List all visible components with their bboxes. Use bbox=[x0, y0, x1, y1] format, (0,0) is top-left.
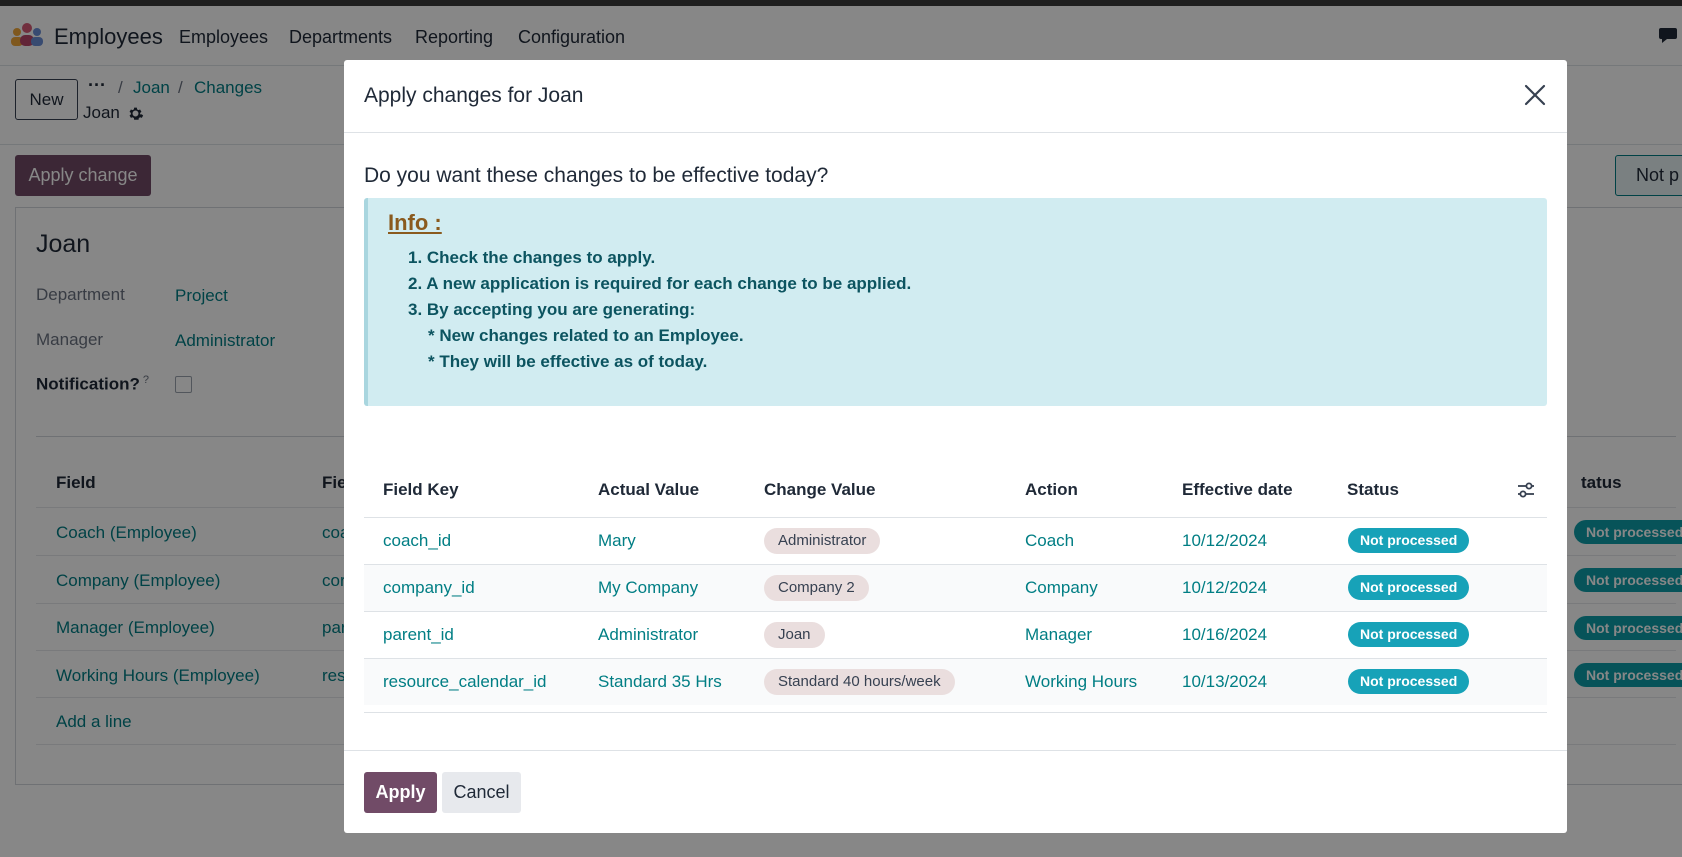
info-line: * New changes related to an Employee. bbox=[428, 326, 744, 345]
cell-action[interactable]: Company bbox=[1025, 578, 1098, 598]
dialog-header: Apply changes for Joan bbox=[344, 60, 1567, 133]
column-action[interactable]: Action bbox=[1025, 480, 1078, 500]
cell-actual-value[interactable]: Standard 35 Hrs bbox=[598, 672, 722, 692]
cell-field-key[interactable]: parent_id bbox=[383, 625, 454, 645]
cell-actual-value[interactable]: Administrator bbox=[598, 625, 698, 645]
close-icon[interactable] bbox=[1522, 82, 1548, 108]
table-row[interactable]: parent_id Administrator Joan Manager 10/… bbox=[364, 611, 1547, 658]
change-value-tag: Administrator bbox=[764, 528, 881, 554]
info-line: 3. By accepting you are generating: bbox=[408, 300, 696, 319]
column-effective-date[interactable]: Effective date bbox=[1182, 480, 1293, 500]
info-title: Info : bbox=[388, 210, 442, 235]
table-bottom-border bbox=[364, 712, 1547, 713]
cell-actual-value[interactable]: Mary bbox=[598, 531, 636, 551]
dialog-question: Do you want these changes to be effectiv… bbox=[364, 164, 829, 187]
change-value-tag: Joan bbox=[764, 622, 825, 648]
column-actual-value[interactable]: Actual Value bbox=[598, 480, 699, 500]
cell-field-key[interactable]: company_id bbox=[383, 578, 475, 598]
status-badge: Not processed bbox=[1348, 528, 1470, 553]
dialog-title: Apply changes for Joan bbox=[364, 84, 584, 107]
table-row[interactable]: coach_id Mary Administrator Coach 10/12/… bbox=[364, 517, 1547, 564]
status-badge: Not processed bbox=[1348, 669, 1470, 694]
table-row[interactable]: company_id My Company Company 2 Company … bbox=[364, 564, 1547, 611]
cancel-button[interactable]: Cancel bbox=[442, 772, 521, 813]
cell-action[interactable]: Manager bbox=[1025, 625, 1092, 645]
apply-changes-dialog: Apply changes for Joan Do you want these… bbox=[344, 60, 1567, 833]
cell-actual-value[interactable]: My Company bbox=[598, 578, 698, 598]
column-field-key[interactable]: Field Key bbox=[383, 480, 459, 500]
change-value-tag: Standard 40 hours/week bbox=[764, 669, 955, 695]
change-value-tag: Company 2 bbox=[764, 575, 869, 601]
column-change-value[interactable]: Change Value bbox=[764, 480, 875, 500]
cell-field-key[interactable]: resource_calendar_id bbox=[383, 672, 547, 692]
status-badge: Not processed bbox=[1348, 575, 1470, 600]
info-box: Info : 1. Check the changes to apply. 2.… bbox=[364, 198, 1547, 406]
cell-effective-date[interactable]: 10/16/2024 bbox=[1182, 625, 1267, 645]
info-line: * They will be effective as of today. bbox=[428, 352, 708, 371]
cell-effective-date[interactable]: 10/13/2024 bbox=[1182, 672, 1267, 692]
table-row[interactable]: resource_calendar_id Standard 35 Hrs Sta… bbox=[364, 658, 1547, 705]
cell-effective-date[interactable]: 10/12/2024 bbox=[1182, 531, 1267, 551]
column-settings-icon[interactable] bbox=[1516, 480, 1536, 500]
column-status[interactable]: Status bbox=[1347, 480, 1399, 500]
cell-action[interactable]: Coach bbox=[1025, 531, 1074, 551]
cell-effective-date[interactable]: 10/12/2024 bbox=[1182, 578, 1267, 598]
info-line: 1. Check the changes to apply. bbox=[408, 248, 656, 267]
dialog-footer: Apply Cancel bbox=[344, 750, 1567, 833]
apply-button[interactable]: Apply bbox=[364, 772, 437, 813]
status-badge: Not processed bbox=[1348, 622, 1470, 647]
cell-field-key[interactable]: coach_id bbox=[383, 531, 451, 551]
info-line: 2. A new application is required for eac… bbox=[408, 274, 912, 293]
cell-action[interactable]: Working Hours bbox=[1025, 672, 1137, 692]
